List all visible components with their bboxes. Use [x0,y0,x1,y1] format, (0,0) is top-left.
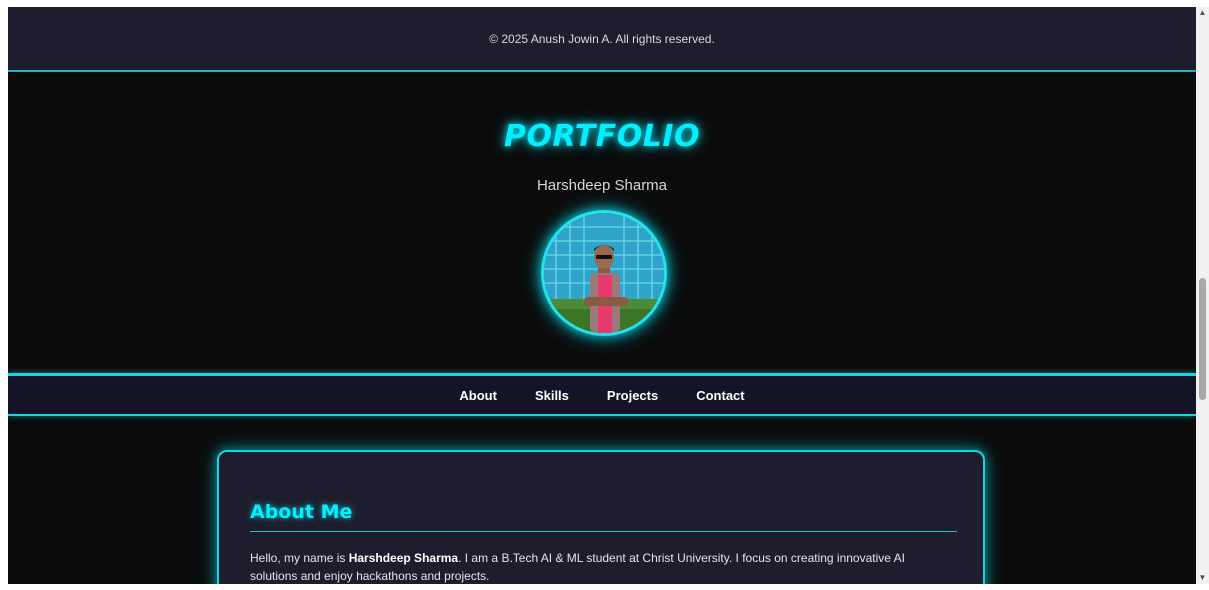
avatar [541,210,667,336]
scrollbar-thumb[interactable] [1199,278,1206,400]
nav-link-skills[interactable]: Skills [535,388,569,403]
copyright-text: © 2025 Anush Jowin A. All rights reserve… [489,31,715,46]
nav-link-projects[interactable]: Projects [607,388,658,403]
about-section: About Me Hello, my name is Harshdeep Sha… [217,450,985,584]
profile-photo-image [544,213,664,333]
section-divider [250,531,957,532]
about-intro: Hello, my name is [250,551,349,565]
nav-link-about[interactable]: About [459,388,497,403]
vertical-scrollbar[interactable]: ▲ ▼ [1196,7,1209,584]
main-nav: About Skills Projects Contact [8,373,1196,416]
about-heading: About Me [250,501,353,523]
scroll-down-arrow-icon[interactable]: ▼ [1196,572,1209,584]
page-title: PORTFOLIO [504,119,700,154]
about-paragraph: Hello, my name is Harshdeep Sharma. I am… [250,549,950,584]
site-footer: © 2025 Anush Jowin A. All rights reserve… [8,7,1196,72]
about-name-bold: Harshdeep Sharma [348,551,459,565]
scroll-up-arrow-icon[interactable]: ▲ [1196,7,1209,19]
hero-header: PORTFOLIO Harshdeep Sharma [8,72,1196,373]
owner-name: Harshdeep Sharma [536,177,668,194]
page-viewport: © 2025 Anush Jowin A. All rights reserve… [8,7,1196,584]
nav-link-contact[interactable]: Contact [696,388,744,403]
